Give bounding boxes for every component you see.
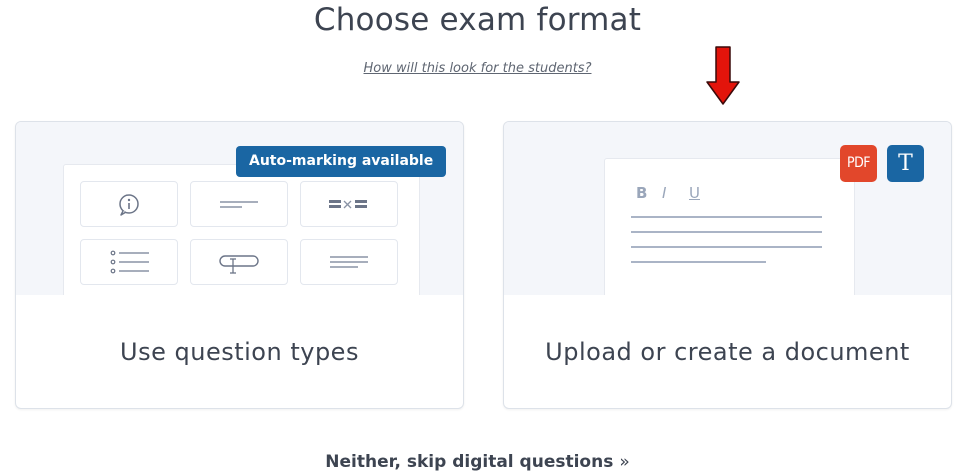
question-types-preview: Auto-marking available (16, 122, 463, 295)
question-types-card[interactable]: Auto-marking available Use question type… (15, 121, 464, 409)
page-title: Choose exam format (313, 2, 642, 38)
help-link[interactable]: How will this look for the students? (0, 61, 955, 76)
question-grid (63, 164, 420, 295)
red-arrow-annotation (706, 46, 740, 105)
document-label: Upload or create a document (545, 338, 910, 366)
document-text-line (631, 261, 766, 263)
skip-digital-questions-link[interactable]: Neither, skip digital questions» (0, 452, 955, 472)
text-input-icon (190, 239, 288, 285)
underline-format-icon: U (689, 184, 700, 202)
info-question-icon (80, 181, 178, 227)
double-chevron-right-icon: » (619, 452, 630, 472)
skip-link-label: Neither, skip digital questions (325, 452, 614, 472)
pdf-icon: PDF (840, 145, 877, 182)
paragraph-icon (300, 239, 398, 285)
document-text-line (631, 246, 822, 248)
italic-format-icon: I (662, 184, 667, 202)
document-text-line (631, 216, 822, 218)
matching-icon (300, 181, 398, 227)
document-card[interactable]: B I U PDF T Upload or create a document (503, 121, 952, 409)
short-answer-icon (190, 181, 288, 227)
text-document-icon: T (887, 145, 924, 182)
document-text-line (631, 231, 822, 233)
list-icon (80, 239, 178, 285)
document-page: B I U (604, 158, 855, 295)
document-preview: B I U PDF T (504, 122, 951, 295)
auto-marking-badge: Auto-marking available (236, 146, 447, 177)
question-types-label: Use question types (120, 338, 359, 366)
bold-format-icon: B (636, 184, 648, 202)
